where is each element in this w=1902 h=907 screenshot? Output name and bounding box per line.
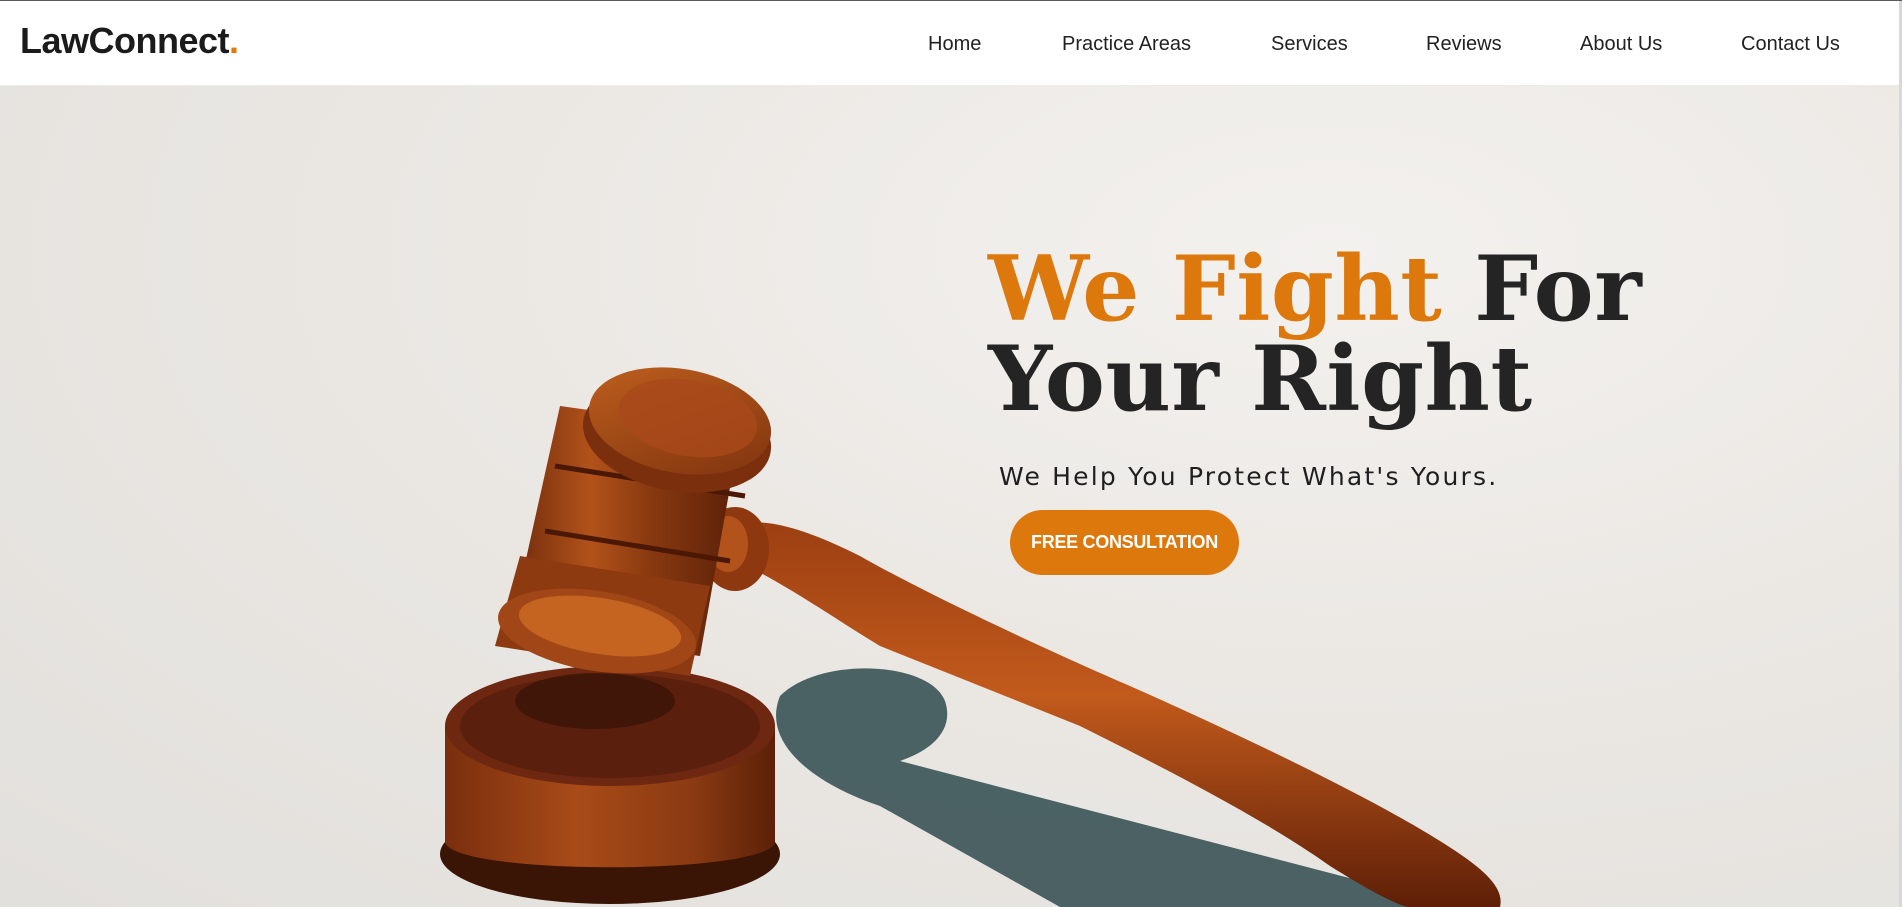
hero-subheadline: We Help You Protect What's Yours. <box>999 462 1499 491</box>
navbar: LawConnect. Home Practice Areas Services… <box>0 1 1902 86</box>
nav-reviews[interactable]: Reviews <box>1426 34 1502 54</box>
nav-contact-us[interactable]: Contact Us <box>1741 34 1840 54</box>
free-consultation-button[interactable]: FREE CONSULTATION <box>1010 510 1239 575</box>
gavel-image <box>440 367 1501 907</box>
nav-about-us[interactable]: About Us <box>1580 34 1662 54</box>
nav-home[interactable]: Home <box>928 34 981 54</box>
logo-dot: . <box>229 20 239 61</box>
nav-practice-areas[interactable]: Practice Areas <box>1062 34 1191 54</box>
hero-section: We Fight For Your Right We Help You Prot… <box>0 86 1899 907</box>
logo-text: LawConnect <box>20 20 230 61</box>
logo[interactable]: LawConnect. <box>20 23 239 59</box>
nav-services[interactable]: Services <box>1271 34 1348 54</box>
hero-headline: We Fight For Your Right <box>988 244 1888 424</box>
